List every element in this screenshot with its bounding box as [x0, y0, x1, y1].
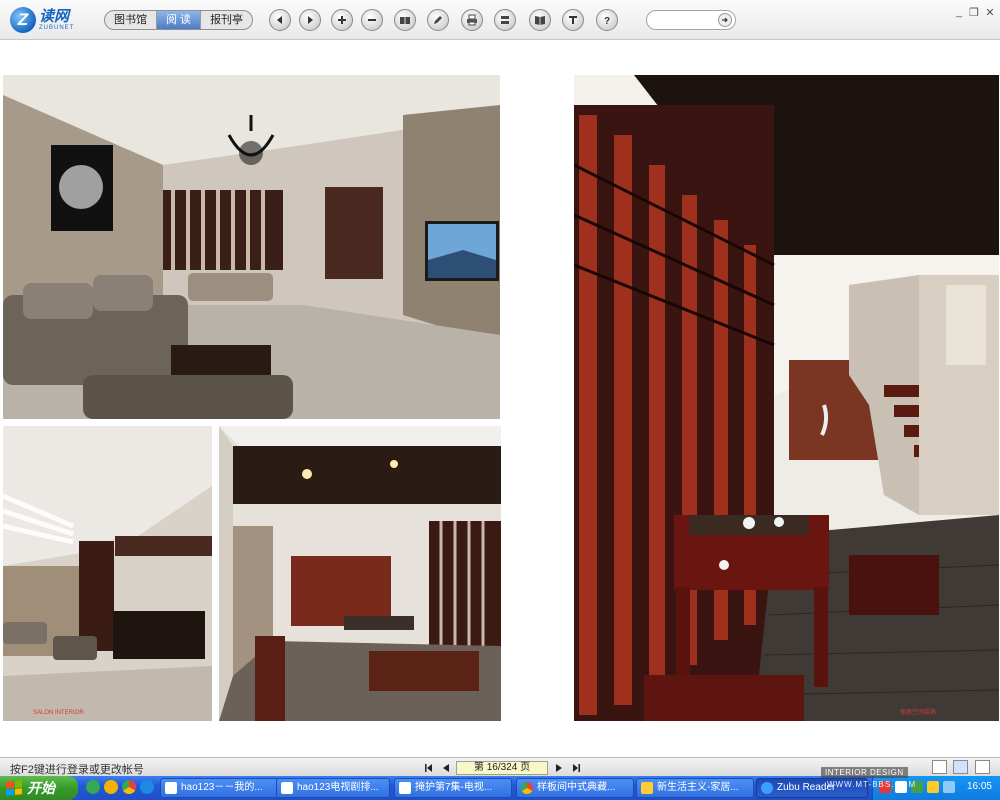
tray-network-icon[interactable] — [895, 781, 907, 793]
fit-width-view-icon[interactable] — [975, 760, 990, 774]
system-clock[interactable]: 16:05 — [967, 781, 992, 792]
windows-taskbar: 开始 hao123－－我的... hao123电视剧排... 掩护第7集-电视.… — [0, 776, 1000, 800]
restore-button[interactable]: ❐ — [968, 6, 980, 19]
left-page: SALON INTERIOR — [3, 75, 501, 721]
living-room-photo — [3, 75, 500, 419]
main-toolbar: Z 读网 ZUBUNET 图书馆 阅 读 报刊亭 ? _ ❐ ✕ — [0, 0, 1000, 40]
quicklaunch-ie-icon[interactable] — [140, 780, 154, 794]
taskbar-item-hao123-tv[interactable]: hao123电视剧排... — [276, 778, 390, 798]
ie-window-icon — [165, 782, 177, 794]
double-page-view-icon[interactable] — [953, 760, 968, 774]
login-hint: 按F2键进行登录或更改帐号 — [10, 764, 144, 776]
page-navigator: 第 16/324 页 — [422, 760, 582, 775]
zubu-logo[interactable]: Z 读网 ZUBUNET — [10, 7, 74, 33]
logo-text: 读网 — [39, 8, 70, 25]
tab-newsstand[interactable]: 报刊亭 — [201, 11, 252, 29]
folder-window-icon — [641, 782, 653, 794]
single-page-view-icon[interactable] — [932, 760, 947, 774]
quicklaunch-chrome-icon[interactable] — [122, 780, 136, 794]
reading-area[interactable]: SALON INTERIOR 家居空间装饰 — [0, 41, 1000, 757]
taskbar-item-new-life-home[interactable]: 新生活主义-家居... — [636, 778, 754, 798]
tray-ime-icon[interactable] — [943, 781, 955, 793]
next-page-icon[interactable] — [299, 9, 321, 31]
search-box[interactable] — [646, 10, 736, 30]
bookmark-icon[interactable] — [494, 9, 516, 31]
first-page-icon[interactable] — [422, 761, 435, 774]
chrome-window-icon — [521, 782, 533, 794]
taskbar-item-hao123-home[interactable]: hao123－－我的... — [160, 778, 282, 798]
last-page-icon[interactable] — [569, 761, 582, 774]
ie-window-icon — [399, 782, 411, 794]
svg-text:?: ? — [604, 16, 610, 26]
quicklaunch-qq-icon[interactable] — [104, 780, 118, 794]
tray-volume-icon[interactable] — [927, 781, 939, 793]
mode-tabs: 图书馆 阅 读 报刊亭 — [104, 10, 254, 30]
status-bar: 按F2键进行登录或更改帐号 第 16/324 页 — [0, 757, 1000, 776]
right-page: 家居空间装饰 — [574, 75, 999, 721]
right-page-caption: 家居空间装饰 — [900, 710, 937, 716]
book-view-icon[interactable] — [529, 9, 551, 31]
minimize-button[interactable]: _ — [953, 6, 965, 18]
quicklaunch-360-icon[interactable] — [86, 780, 100, 794]
tab-reading[interactable]: 阅 读 — [157, 11, 202, 29]
left-page-caption: SALON INTERIOR — [33, 710, 84, 716]
windows-logo-icon — [6, 780, 22, 796]
start-button[interactable]: 开始 — [0, 776, 78, 800]
bookshelf-icon[interactable] — [394, 9, 416, 31]
pen-icon[interactable] — [427, 9, 449, 31]
ie-window-icon — [281, 782, 293, 794]
next-page-arrow-icon[interactable] — [552, 761, 565, 774]
text-icon[interactable] — [562, 9, 584, 31]
salon-overview-photo: SALON INTERIOR — [3, 426, 212, 721]
logo-mark: Z — [10, 7, 36, 33]
search-input[interactable] — [655, 13, 715, 27]
print-icon[interactable] — [461, 9, 483, 31]
help-icon[interactable]: ? — [596, 9, 618, 31]
zubu-window-icon — [761, 782, 773, 794]
zoom-in-icon[interactable] — [331, 9, 353, 31]
tray-antivirus-icon[interactable] — [879, 781, 891, 793]
staircase-tea-room-photo: 家居空间装饰 — [574, 75, 999, 721]
page-indicator[interactable]: 第 16/324 页 — [456, 760, 548, 775]
tray-security-icon[interactable] — [911, 781, 923, 793]
close-button[interactable]: ✕ — [984, 6, 996, 19]
zoom-out-icon[interactable] — [361, 9, 383, 31]
taskbar-item-cover-episode[interactable]: 掩护第7集-电视... — [394, 778, 512, 798]
tab-library[interactable]: 图书馆 — [105, 11, 157, 29]
dining-stair-photo — [219, 426, 501, 721]
prev-page-icon[interactable] — [269, 9, 291, 31]
taskbar-item-chinese-showroom[interactable]: 样板间中式典藏... — [516, 778, 634, 798]
taskbar-item-zubu-reader[interactable]: Zubu Reader — [756, 778, 868, 798]
start-label: 开始 — [27, 780, 55, 796]
previous-page-icon[interactable] — [439, 761, 452, 774]
logo-subtext: ZUBUNET — [39, 25, 75, 31]
zubu-reader-window: Z 读网 ZUBUNET 图书馆 阅 读 报刊亭 ? _ ❐ ✕ SALON I… — [0, 0, 1000, 800]
system-tray: 16:05 — [872, 776, 1000, 800]
search-go-icon[interactable] — [718, 13, 732, 27]
